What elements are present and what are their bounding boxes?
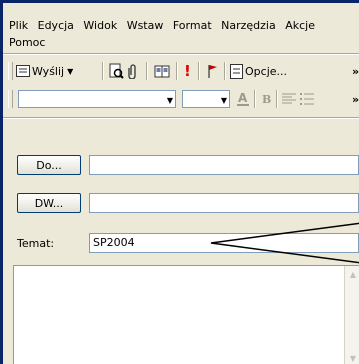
exclamation-icon: ! xyxy=(184,62,191,80)
menu-bar: Plik Edycja Widok Wstaw Format Narzędzia… xyxy=(9,17,359,49)
print-preview-icon xyxy=(109,63,124,79)
bullet-list-icon xyxy=(300,93,314,105)
formatting-toolbar: ▼ ▼ A B » xyxy=(8,87,359,111)
annotation-arrow xyxy=(210,222,359,264)
scroll-down-icon[interactable]: ▼ xyxy=(345,350,359,364)
menu-wstaw[interactable]: Wstaw xyxy=(127,19,164,32)
toolbar-separator xyxy=(102,62,104,80)
bold-button[interactable]: B xyxy=(262,89,271,109)
options-label: Opcje... xyxy=(245,64,288,78)
flag-button[interactable] xyxy=(206,61,218,81)
vertical-scrollbar[interactable]: ▲ ▼ xyxy=(344,266,359,364)
send-button[interactable]: Wyślij ▼ xyxy=(16,61,73,81)
toolbar-grip[interactable] xyxy=(8,90,13,108)
menu-format[interactable]: Format xyxy=(173,19,212,32)
address-book-icon xyxy=(154,65,170,78)
flag-icon xyxy=(208,65,217,78)
send-label: Wyślij xyxy=(32,64,65,78)
toolbar-separator xyxy=(198,62,200,80)
svg-text:A: A xyxy=(238,91,248,105)
menu-edycja[interactable]: Edycja xyxy=(38,19,74,32)
outlook-message-window: Plik Edycja Widok Wstaw Format Narzędzia… xyxy=(0,0,359,364)
importance-high-button[interactable]: ! xyxy=(184,61,191,81)
toolbar-overflow-button[interactable]: » xyxy=(352,89,359,109)
chevron-down-icon[interactable]: ▼ xyxy=(67,67,73,76)
send-icon xyxy=(16,65,30,77)
cc-field[interactable] xyxy=(89,193,359,213)
scroll-up-icon[interactable]: ▲ xyxy=(345,266,359,282)
menu-plik[interactable]: Plik xyxy=(9,19,28,32)
to-button[interactable]: Do... xyxy=(17,155,81,175)
cc-label: DW... xyxy=(34,196,64,210)
toolbar-separator xyxy=(276,90,278,108)
chevron-down-icon: ▼ xyxy=(220,96,227,105)
paperclip-icon xyxy=(128,64,136,79)
to-field[interactable] xyxy=(89,155,359,175)
menu-pomoc[interactable]: Pomoc xyxy=(9,36,45,49)
toolbar-separator xyxy=(176,62,178,80)
print-button[interactable] xyxy=(108,61,124,81)
toolbar-grip[interactable] xyxy=(8,62,13,80)
align-button[interactable] xyxy=(282,89,296,109)
bold-icon: B xyxy=(262,92,272,106)
menu-widok[interactable]: Widok xyxy=(83,19,117,32)
menu-narzedzia[interactable]: Narzędzia xyxy=(221,19,276,32)
align-left-icon xyxy=(282,93,296,104)
font-style-combo[interactable]: ▼ xyxy=(18,90,176,108)
toolbar-separator xyxy=(254,90,256,108)
message-body[interactable]: ▲ ▼ xyxy=(13,265,359,364)
address-book-button[interactable] xyxy=(154,61,170,81)
bullets-button[interactable] xyxy=(300,89,314,109)
to-label: Do... xyxy=(36,158,62,172)
menu-separator xyxy=(3,53,359,55)
toolbar-separator xyxy=(146,62,148,80)
font-size-combo[interactable]: ▼ xyxy=(182,90,230,108)
cc-button[interactable]: DW... xyxy=(17,193,81,213)
font-color-button[interactable]: A xyxy=(236,89,250,109)
subject-label: Temat: xyxy=(17,237,55,250)
options-button[interactable]: Opcje... xyxy=(230,61,287,81)
toolbar-separator xyxy=(224,62,226,80)
subject-value: SP2004 xyxy=(93,236,135,249)
menu-akcje[interactable]: Akcje xyxy=(285,19,315,32)
chevron-down-icon: ▼ xyxy=(166,96,173,105)
toolbar-overflow-button[interactable]: » xyxy=(352,61,359,81)
font-color-icon: A xyxy=(237,91,249,106)
header-separator xyxy=(3,117,359,119)
attach-button[interactable] xyxy=(128,61,138,81)
standard-toolbar: Wyślij ▼ ! Opcje... » xyxy=(8,59,359,83)
options-icon xyxy=(230,63,243,79)
